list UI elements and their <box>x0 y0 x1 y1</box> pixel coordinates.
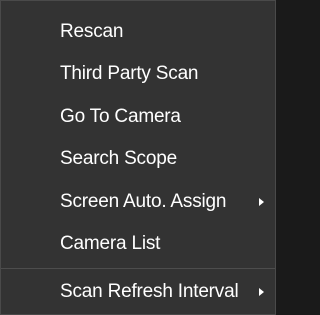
menu-item-label: Screen Auto. Assign <box>60 191 227 212</box>
menu-item-third-party-scan[interactable]: Third Party Scan <box>1 54 275 94</box>
menu-item-camera-list[interactable]: Camera List <box>1 224 275 264</box>
menu-item-label: Camera List <box>60 233 161 254</box>
triangle-right-icon <box>259 288 264 296</box>
menu-item-search-scope[interactable]: Search Scope <box>1 139 275 179</box>
context-menu: Rescan Third Party Scan Go To Camera Sea… <box>0 0 276 315</box>
menu-item-rescan[interactable]: Rescan <box>1 12 275 52</box>
menu-divider <box>1 268 275 269</box>
triangle-right-icon <box>259 198 264 206</box>
menu-item-scan-refresh-interval[interactable]: Scan Refresh Interval <box>1 272 275 312</box>
menu-item-label: Scan Refresh Interval <box>60 281 239 302</box>
menu-item-label: Go To Camera <box>60 106 181 127</box>
menu-item-go-to-camera[interactable]: Go To Camera <box>1 97 275 137</box>
menu-item-label: Rescan <box>60 21 124 42</box>
menu-item-label: Third Party Scan <box>60 63 199 84</box>
menu-item-screen-auto-assign[interactable]: Screen Auto. Assign <box>1 182 275 222</box>
menu-item-label: Search Scope <box>60 148 177 169</box>
